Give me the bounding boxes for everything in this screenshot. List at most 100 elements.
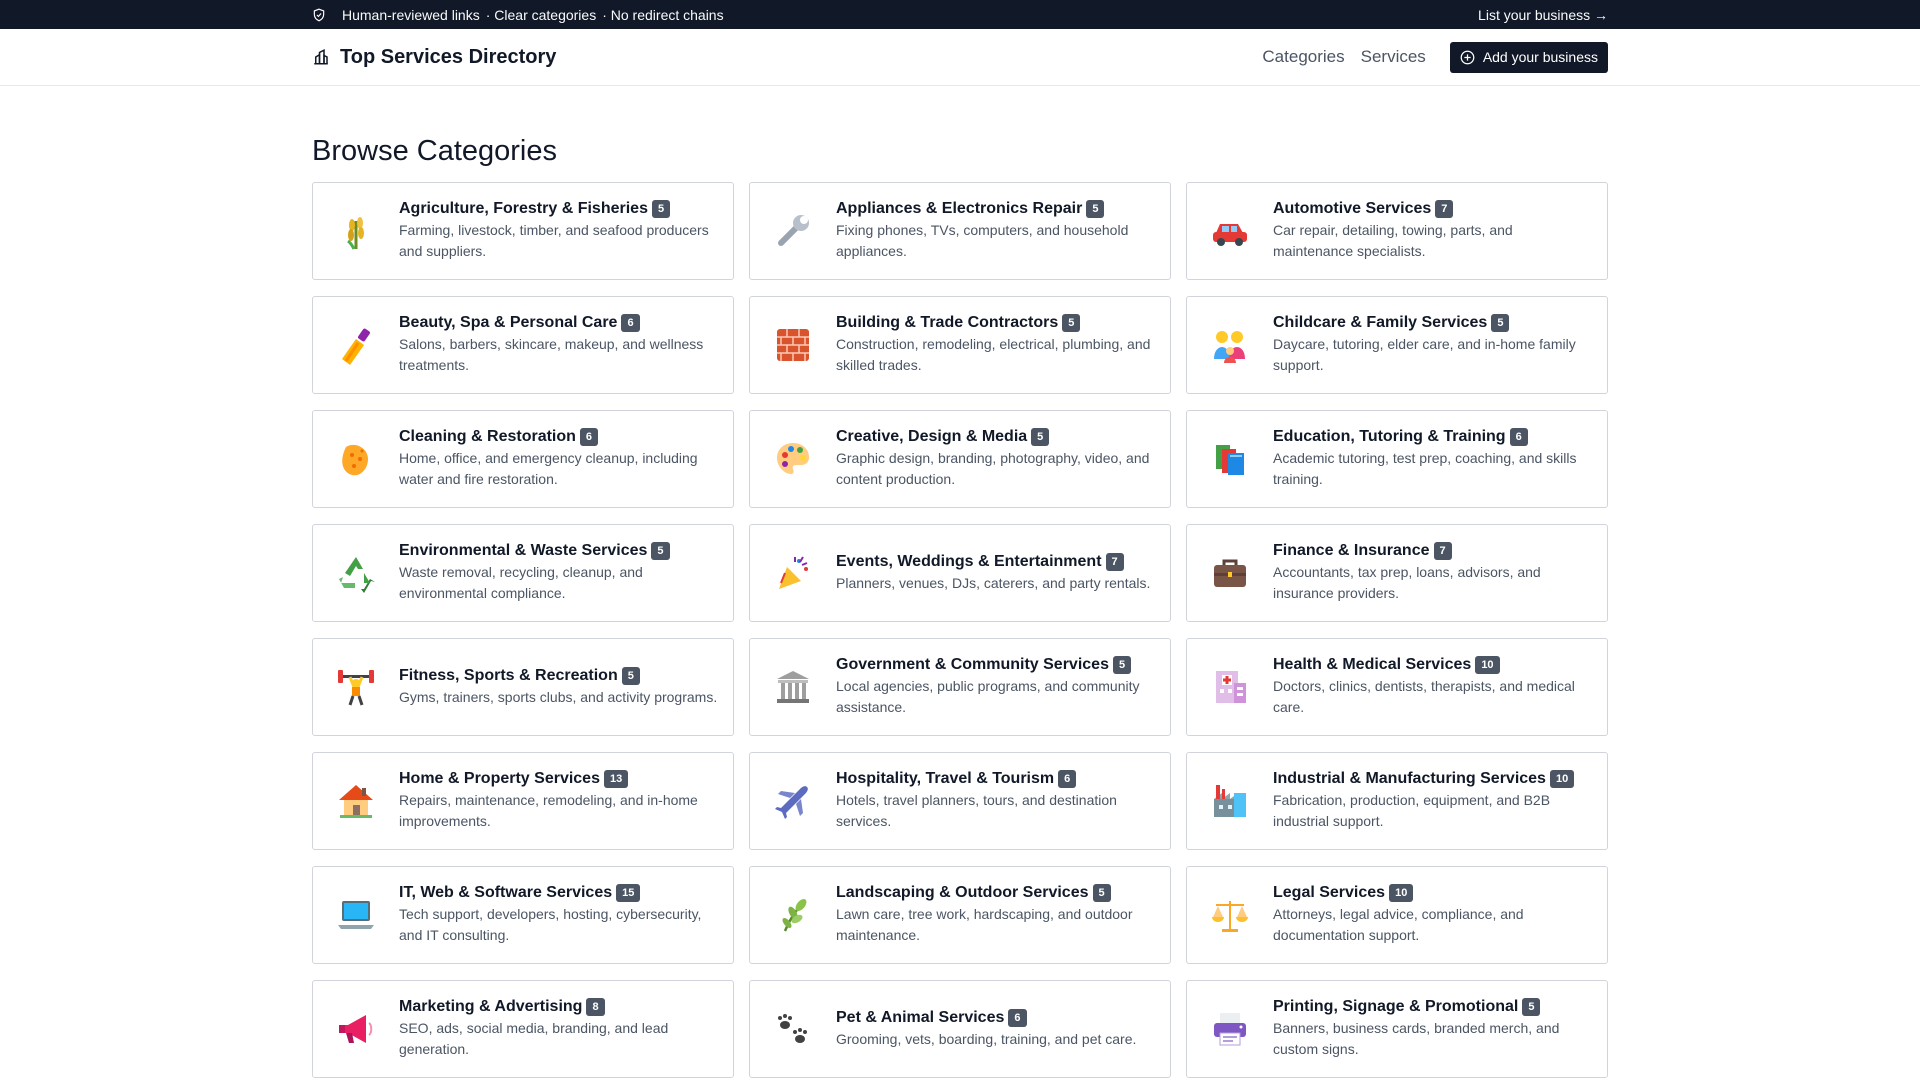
category-card-body: Industrial & Manufacturing Services 10 Fab…: [1273, 770, 1607, 832]
category-card-body: Events, Weddings & Entertainment 7 Planner…: [836, 552, 1164, 594]
category-description: Fabrication, production, equipment, and …: [1273, 792, 1551, 829]
category-title-row: Environmental & Waste Services 5: [399, 542, 719, 560]
brand[interactable]: Top Services Directory: [312, 46, 556, 69]
category-card[interactable]: Legal Services 10 Attorneys, legal advice,…: [1186, 866, 1608, 964]
category-card[interactable]: Marketing & Advertising 8 SEO, ads, social…: [312, 980, 734, 1078]
party-popper-icon: [770, 550, 816, 596]
category-card[interactable]: Industrial & Manufacturing Services 10 Fab…: [1186, 752, 1608, 850]
category-description: Salons, barbers, skincare, makeup, and w…: [399, 336, 704, 373]
category-title-row: Childcare & Family Services 5: [1273, 314, 1593, 332]
category-count-badge: 5: [1062, 314, 1081, 332]
category-card[interactable]: IT, Web & Software Services 15 Tech suppor…: [312, 866, 734, 964]
paw-prints-icon: [770, 1006, 816, 1052]
category-card[interactable]: Health & Medical Services 10 Doctors, clin…: [1186, 638, 1608, 736]
nav-services[interactable]: Services: [1361, 47, 1426, 67]
category-card[interactable]: Education, Tutoring & Training 6 Academic …: [1186, 410, 1608, 508]
category-card[interactable]: Hospitality, Travel & Tourism 6 Hotels, tr…: [749, 752, 1171, 850]
category-card[interactable]: Agriculture, Forestry & Fisheries 5 Farmin…: [312, 182, 734, 280]
category-description: Gyms, trainers, sports clubs, and activi…: [399, 688, 718, 705]
category-count-badge: 6: [1058, 770, 1077, 788]
briefcase-icon: [1207, 550, 1253, 596]
category-title: Legal Services: [1273, 884, 1386, 901]
category-description: Academic tutoring, test prep, coaching, …: [1273, 450, 1577, 487]
category-card-body: Legal Services 10 Attorneys, legal advice,…: [1273, 884, 1607, 946]
wheat-icon: [333, 208, 379, 254]
category-card[interactable]: Finance & Insurance 7 Accountants, tax pre…: [1186, 524, 1608, 622]
category-grid: Agriculture, Forestry & Fisheries 5 Farmin…: [312, 182, 1608, 1078]
category-card-body: Childcare & Family Services 5 Daycare, tut…: [1273, 314, 1607, 376]
category-card-body: Appliances & Electronics Repair 5 Fixing p…: [836, 200, 1170, 262]
category-title: Childcare & Family Services: [1273, 314, 1488, 331]
brand-name: Top Services Directory: [340, 45, 557, 68]
category-description: Repairs, maintenance, remodeling, and in…: [399, 792, 698, 829]
airplane-icon: [770, 778, 816, 824]
trust-note-reviewed: Human-reviewed links: [342, 6, 480, 23]
category-description: Attorneys, legal advice, compliance, and…: [1273, 906, 1524, 943]
category-card-body: Printing, Signage & Promotional 5 Banners,…: [1273, 998, 1607, 1060]
category-count-badge: 10: [1475, 656, 1500, 674]
add-business-button[interactable]: Add your business: [1449, 41, 1608, 73]
category-title: Fitness, Sports & Recreation: [399, 666, 618, 684]
category-description: Accountants, tax prep, loans, advisors, …: [1273, 564, 1541, 601]
nav-categories[interactable]: Categories: [1262, 47, 1344, 67]
category-title: Marketing & Advertising: [399, 998, 583, 1015]
category-count-badge: 5: [621, 666, 640, 685]
category-description: Car repair, detailing, towing, parts, an…: [1273, 222, 1513, 259]
category-card-body: Fitness, Sports & Recreation 5 Gyms, train…: [399, 666, 731, 708]
category-card-body: Home & Property Services 13 Repairs, maint…: [399, 770, 733, 832]
category-card[interactable]: Pet & Animal Services 6 Grooming, vets, bo…: [749, 980, 1171, 1078]
category-count-badge: 6: [1509, 428, 1528, 446]
category-description: Fixing phones, TVs, computers, and house…: [836, 222, 1129, 259]
category-title: Beauty, Spa & Personal Care: [399, 314, 618, 331]
category-title: Agriculture, Forestry & Fisheries: [399, 200, 648, 217]
category-card[interactable]: Automotive Services 7 Car repair, detailin…: [1186, 182, 1608, 280]
category-card[interactable]: Building & Trade Contractors 5 Constructio…: [749, 296, 1171, 394]
category-card[interactable]: Events, Weddings & Entertainment 7 Planner…: [749, 524, 1171, 622]
category-card-body: Marketing & Advertising 8 SEO, ads, social…: [399, 998, 733, 1060]
category-count-badge: 5: [1112, 656, 1132, 674]
category-card[interactable]: Appliances & Electronics Repair 5 Fixing p…: [749, 182, 1171, 280]
category-title-row: Fitness, Sports & Recreation 5: [399, 666, 717, 685]
category-title: Landscaping & Outdoor Services: [836, 884, 1089, 901]
balance-scale-icon: [1207, 892, 1253, 938]
site-header: Top Services Directory Categories Servic…: [0, 29, 1920, 86]
category-description: Lawn care, tree work, hardscaping, and o…: [836, 906, 1133, 943]
category-card-body: Building & Trade Contractors 5 Constructio…: [836, 314, 1170, 376]
category-title: Building & Trade Contractors: [836, 314, 1059, 331]
family-icon: [1207, 322, 1253, 368]
category-count-badge: 15: [616, 884, 641, 902]
category-card[interactable]: Fitness, Sports & Recreation 5 Gyms, train…: [312, 638, 734, 736]
trust-note-categories: · Clear categories: [485, 6, 597, 23]
category-title-row: Appliances & Electronics Repair 5: [836, 200, 1156, 218]
category-card[interactable]: Environmental & Waste Services 5 Waste rem…: [312, 524, 734, 622]
category-card-body: Education, Tutoring & Training 6 Academic …: [1273, 428, 1607, 490]
category-card[interactable]: Home & Property Services 13 Repairs, maint…: [312, 752, 734, 850]
factory-icon: [1207, 778, 1253, 824]
main-content: Browse Categories Agriculture, Forestry …: [312, 135, 1608, 1078]
category-title: IT, Web & Software Services: [399, 884, 613, 901]
bricks-icon: [770, 322, 816, 368]
category-title: Hospitality, Travel & Tourism: [836, 770, 1055, 787]
category-card[interactable]: Landscaping & Outdoor Services 5 Lawn care…: [749, 866, 1171, 964]
hospital-icon: [1207, 664, 1253, 710]
category-card[interactable]: Government & Community Services 5 Local ag…: [749, 638, 1171, 736]
category-card[interactable]: Childcare & Family Services 5 Daycare, tut…: [1186, 296, 1608, 394]
category-title: Government & Community Services: [836, 656, 1109, 673]
category-description: Construction, remodeling, electrical, pl…: [836, 336, 1151, 373]
category-card[interactable]: Printing, Signage & Promotional 5 Banners,…: [1186, 980, 1608, 1078]
category-title-row: Events, Weddings & Entertainment 7: [836, 552, 1150, 571]
category-card[interactable]: Beauty, Spa & Personal Care 6 Salons, barb…: [312, 296, 734, 394]
category-card[interactable]: Cleaning & Restoration 6 Home, office, and…: [312, 410, 734, 508]
wrench-icon: [770, 208, 816, 254]
category-title-row: Printing, Signage & Promotional 5: [1273, 998, 1593, 1016]
category-title-row: Pet & Animal Services 6: [836, 1008, 1136, 1027]
shield-check-icon: [312, 8, 326, 22]
category-title-row: Education, Tutoring & Training 6: [1273, 428, 1593, 446]
category-card-body: Environmental & Waste Services 5 Waste rem…: [399, 542, 733, 604]
category-description: Daycare, tutoring, elder care, and in-ho…: [1273, 336, 1576, 373]
category-card-body: Beauty, Spa & Personal Care 6 Salons, barb…: [399, 314, 733, 376]
category-card[interactable]: Creative, Design & Media 5 Graphic design,…: [749, 410, 1171, 508]
category-description: Waste removal, recycling, cleanup, and e…: [399, 564, 643, 601]
category-title-row: Health & Medical Services 10: [1273, 656, 1593, 674]
list-business-link[interactable]: List your business →: [1478, 7, 1608, 23]
